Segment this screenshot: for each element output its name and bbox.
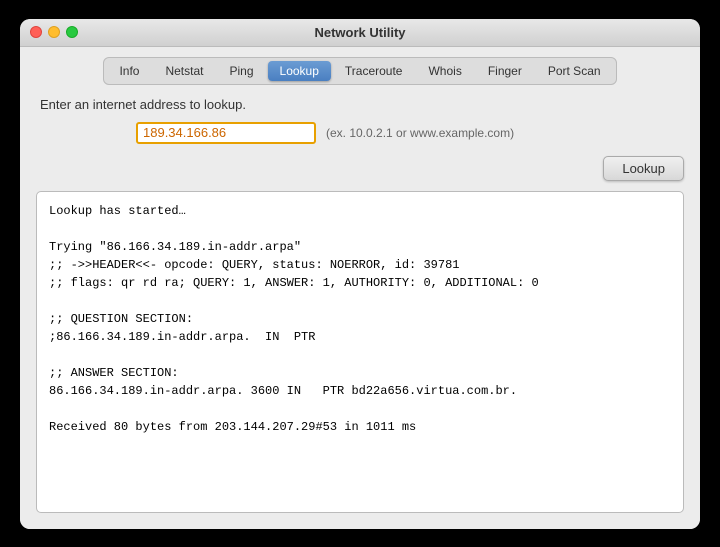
tab-netstat[interactable]: Netstat bbox=[153, 61, 215, 81]
tab-lookup[interactable]: Lookup bbox=[268, 61, 331, 81]
tab-whois[interactable]: Whois bbox=[416, 61, 473, 81]
tab-finger[interactable]: Finger bbox=[476, 61, 534, 81]
tab-traceroute[interactable]: Traceroute bbox=[333, 61, 415, 81]
traffic-lights bbox=[30, 26, 78, 38]
output-area: Lookup has started… Trying "86.166.34.18… bbox=[36, 191, 684, 513]
example-text: (ex. 10.0.2.1 or www.example.com) bbox=[326, 126, 514, 140]
tab-info[interactable]: Info bbox=[107, 61, 151, 81]
maximize-button[interactable] bbox=[66, 26, 78, 38]
input-row: (ex. 10.0.2.1 or www.example.com) bbox=[36, 122, 684, 144]
prompt-label: Enter an internet address to lookup. bbox=[40, 97, 684, 112]
window-title: Network Utility bbox=[314, 25, 405, 40]
main-content: Info Netstat Ping Lookup Traceroute Whoi… bbox=[20, 47, 700, 529]
address-input[interactable] bbox=[136, 122, 316, 144]
tab-bar: Info Netstat Ping Lookup Traceroute Whoi… bbox=[103, 57, 616, 85]
close-button[interactable] bbox=[30, 26, 42, 38]
lookup-row: Lookup bbox=[36, 156, 684, 181]
minimize-button[interactable] bbox=[48, 26, 60, 38]
title-bar: Network Utility bbox=[20, 19, 700, 47]
lookup-button[interactable]: Lookup bbox=[603, 156, 684, 181]
tab-ping[interactable]: Ping bbox=[217, 61, 265, 81]
tab-portscan[interactable]: Port Scan bbox=[536, 61, 613, 81]
app-window: Network Utility Info Netstat Ping Lookup… bbox=[20, 19, 700, 529]
